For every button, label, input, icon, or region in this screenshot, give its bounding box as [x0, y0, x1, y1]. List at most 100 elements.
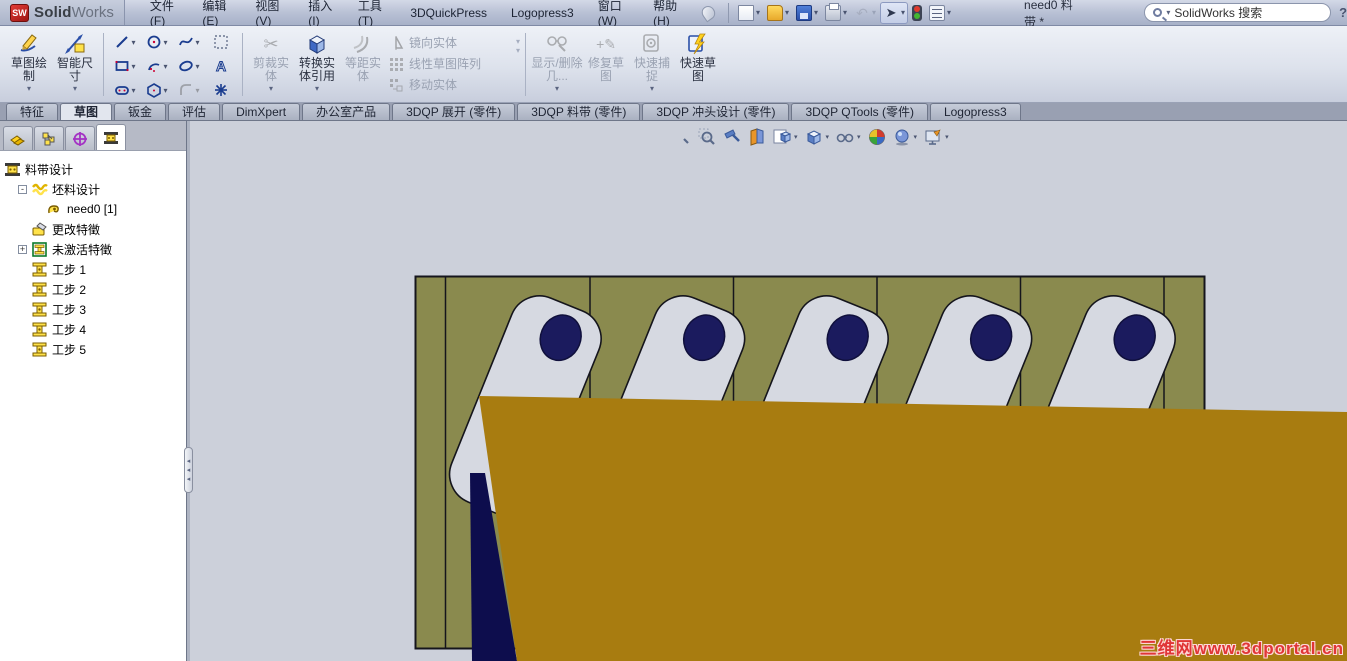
tab-logopress3[interactable]: Logopress3 [929, 103, 1021, 120]
edit-appearance-caret-icon[interactable]: ▾ [945, 133, 949, 141]
undo-button[interactable]: ↶ ▾ [851, 2, 879, 24]
smart-dimension-caret-icon[interactable]: ▾ [73, 84, 77, 93]
tree-item-need0[interactable]: need0 [1] [4, 199, 186, 219]
tree-item-change-feature[interactable]: 更改特徵 [4, 219, 186, 239]
search-scope-caret-icon[interactable]: ▾ [1166, 8, 1170, 17]
polygon-caret-icon[interactable]: ▾ [163, 86, 167, 95]
graphics-viewport[interactable]: ▾ ▾ ▾ ▾ ▾ 三维网www.3dportal.cn [190, 121, 1347, 661]
cad-scene[interactable] [190, 121, 1347, 661]
search-input[interactable]: SolidWorks 搜索 [1174, 4, 1262, 21]
tab-office-products[interactable]: 办公室产品 [302, 103, 391, 120]
move-entities-button[interactable]: 移动实体 [386, 74, 516, 95]
rebuild-button[interactable] [909, 2, 925, 24]
tab-3dqp-unfold[interactable]: 3DQP 展开 (零件) [392, 103, 516, 120]
section-view-button[interactable] [747, 127, 767, 147]
search-box[interactable]: ▾ SolidWorks 搜索 [1144, 3, 1332, 22]
print-caret-icon[interactable]: ▾ [843, 8, 847, 17]
tab-3dqp-strip[interactable]: 3DQP 料带 (零件) [517, 103, 641, 120]
line-tool-button[interactable]: ▾ [109, 30, 141, 54]
tree-item-station-1[interactable]: 工步 1 [4, 259, 186, 279]
new-document-button[interactable]: ▾ [735, 2, 763, 24]
tree-item-strip-design[interactable]: 料带设计 [4, 159, 186, 179]
selection-box-button[interactable] [205, 30, 237, 54]
new-caret-icon[interactable]: ▾ [756, 8, 760, 17]
mirror-entities-button[interactable]: 镜向实体 [386, 32, 516, 53]
arc-tool-button[interactable]: ▾ [141, 54, 173, 78]
text-tool-button[interactable]: A [205, 54, 237, 78]
quick-snaps-button[interactable]: 快速捕捉 ▾ [629, 29, 675, 93]
save-caret-icon[interactable]: ▾ [814, 8, 818, 17]
menu-logopress3[interactable]: Logopress3 [500, 2, 585, 24]
tree-item-station-3[interactable]: 工步 3 [4, 299, 186, 319]
previous-view-button[interactable] [722, 127, 742, 147]
panel-tab-featuremanager[interactable] [3, 126, 33, 150]
slot-caret-icon[interactable]: ▾ [131, 86, 135, 95]
save-button[interactable]: ▾ [793, 2, 821, 24]
print-button[interactable]: ▾ [822, 2, 850, 24]
slot-tool-button[interactable]: ▾ [109, 78, 141, 102]
upper-die-shape[interactable] [479, 396, 1347, 661]
edit-appearance-button[interactable]: ▾ [923, 127, 950, 147]
tree-item-blank-design[interactable]: - 坯料设计 [4, 179, 186, 199]
polygon-tool-button[interactable]: ▾ [141, 78, 173, 102]
view-orientation-caret-icon[interactable]: ▾ [794, 133, 798, 141]
tab-sheet-metal[interactable]: 钣金 [114, 103, 167, 120]
panel-tab-configurationmanager[interactable] [65, 126, 95, 150]
view-settings-caret-icon[interactable]: ▾ [914, 133, 918, 141]
expand-icon[interactable]: + [18, 244, 27, 254]
convert-caret-icon[interactable]: ▾ [315, 84, 319, 93]
ellipse-tool-button[interactable]: ▾ [173, 54, 205, 78]
spline-caret-icon[interactable]: ▾ [195, 38, 199, 47]
tab-sketch[interactable]: 草图 [60, 103, 113, 120]
view-settings-button[interactable]: ▾ [892, 127, 919, 147]
tree-item-inactive-features[interactable]: + 未激活特徵 [4, 239, 186, 259]
smart-dimension-button[interactable]: 智能尺寸 ▾ [52, 29, 98, 93]
panel-tab-propertymanager[interactable] [34, 126, 64, 150]
linear-sketch-pattern-button[interactable]: 线性草图阵列 [386, 53, 516, 74]
arc-caret-icon[interactable]: ▾ [163, 62, 167, 71]
tree-item-station-5[interactable]: 工步 5 [4, 339, 186, 359]
ellipse-caret-icon[interactable]: ▾ [195, 62, 199, 71]
options-caret-icon[interactable]: ▾ [947, 8, 951, 17]
circle-caret-icon[interactable]: ▾ [163, 38, 167, 47]
tree-item-station-4[interactable]: 工步 4 [4, 319, 186, 339]
options-button[interactable]: ▾ [926, 2, 954, 24]
rectangle-caret-icon[interactable]: ▾ [131, 62, 135, 71]
display-style-button[interactable]: ▾ [804, 127, 831, 147]
circle-tool-button[interactable]: ▾ [141, 30, 173, 54]
collapse-icon[interactable]: - [18, 184, 27, 194]
panel-collapse-handle[interactable]: ◂ ◂ ◂ [184, 447, 193, 493]
spline-tool-button[interactable]: ▾ [173, 30, 205, 54]
rectangle-tool-button[interactable]: ▾ [109, 54, 141, 78]
sketch-button[interactable]: 草图绘制 ▾ [6, 29, 52, 93]
sketch-caret-icon[interactable]: ▾ [27, 84, 31, 93]
convert-entities-button[interactable]: 转换实体引用 ▾ [294, 29, 340, 93]
line-caret-icon[interactable]: ▾ [131, 38, 135, 47]
pin-menu-icon[interactable] [698, 3, 717, 22]
tab-3dqp-punch-design[interactable]: 3DQP 冲头设计 (零件) [642, 103, 790, 120]
select-caret-icon[interactable]: ▾ [901, 8, 905, 17]
trim-entities-button[interactable]: ✂ 剪裁实体 ▾ [248, 29, 294, 94]
zoom-fit-button[interactable] [672, 127, 692, 147]
menu-3dquickpress[interactable]: 3DQuickPress [399, 2, 498, 24]
panel-tab-strip-design[interactable] [96, 124, 126, 150]
rapid-sketch-button[interactable]: 快速草图 [675, 29, 721, 84]
select-tool-button[interactable]: ➤ ▾ [880, 1, 909, 24]
hide-show-caret-icon[interactable]: ▾ [857, 133, 861, 141]
offset-entities-button[interactable]: 等距实体 [340, 29, 386, 84]
open-caret-icon[interactable]: ▾ [785, 8, 789, 17]
tab-dimxpert[interactable]: DimXpert [222, 103, 301, 120]
view-orientation-button[interactable]: ▾ [772, 127, 799, 147]
repair-sketch-button[interactable]: +✎ 修复草图 [583, 29, 629, 84]
zoom-area-button[interactable] [697, 127, 717, 147]
open-button[interactable]: ▾ [764, 2, 792, 24]
tab-evaluate[interactable]: 评估 [168, 103, 221, 120]
fillet-tool-button[interactable]: ▾ [173, 78, 205, 102]
tree-item-station-2[interactable]: 工步 2 [4, 279, 186, 299]
tab-features[interactable]: 特征 [6, 103, 59, 120]
tab-3dqp-qtools[interactable]: 3DQP QTools (零件) [791, 103, 928, 120]
help-button[interactable]: ? [1339, 5, 1347, 20]
display-style-caret-icon[interactable]: ▾ [826, 133, 830, 141]
hide-show-items-button[interactable]: ▾ [835, 127, 862, 147]
display-delete-relations-button[interactable]: 显示/删除几... ▾ [531, 29, 583, 93]
